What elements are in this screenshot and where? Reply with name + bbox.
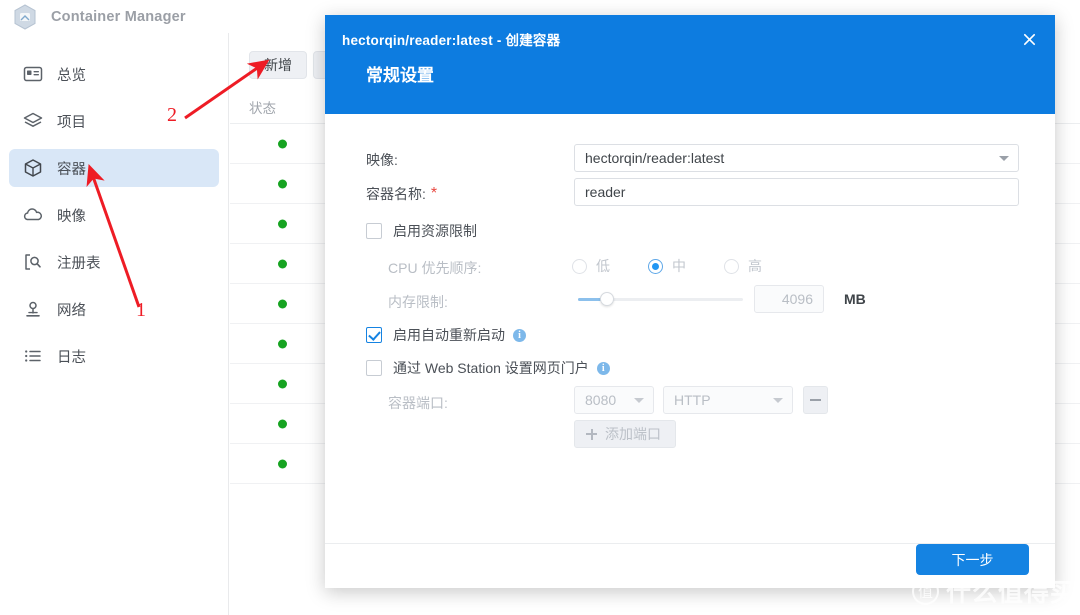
container-port-row: 容器端口: <box>388 393 448 413</box>
checkbox-icon-checked <box>366 327 382 343</box>
chevron-down-icon <box>634 398 644 403</box>
radio-icon <box>724 259 739 274</box>
close-icon[interactable] <box>1017 27 1041 51</box>
container-name-row: 容器名称: * <box>366 184 437 204</box>
dialog-header: hectorqin/reader:latest - 创建容器 常规设置 <box>325 15 1055 114</box>
container-protocol-value: HTTP <box>674 392 711 408</box>
sidebar-item-label: 映像 <box>57 205 86 226</box>
container-port-value: 8080 <box>585 392 616 408</box>
cpu-priority-option-medium[interactable]: 中 <box>648 256 686 276</box>
auto-restart-checkbox[interactable]: 启用自动重新启动 i <box>366 325 526 345</box>
cpu-priority-option-label: 中 <box>672 256 686 276</box>
info-icon[interactable]: i <box>597 362 610 375</box>
container-hexagon-logo <box>13 4 37 30</box>
container-name-label: 容器名称: <box>366 184 426 204</box>
annotation-number-2: 2 <box>167 104 177 127</box>
auto-restart-label: 启用自动重新启动 <box>393 325 505 345</box>
cube-icon <box>23 158 43 178</box>
container-protocol-select[interactable]: HTTP <box>663 386 793 414</box>
slider-thumb[interactable] <box>600 292 614 306</box>
create-container-dialog: hectorqin/reader:latest - 创建容器 常规设置 映像: … <box>325 15 1055 588</box>
sidebar-item-registry[interactable]: 注册表 <box>9 243 219 281</box>
next-step-button[interactable]: 下一步 <box>916 544 1029 575</box>
status-badge <box>278 259 287 268</box>
sidebar: 总览 项目 容器 <box>0 33 229 615</box>
status-badge <box>278 419 287 428</box>
dialog-footer: 下一步 <box>325 543 1055 588</box>
checkbox-icon <box>366 360 382 376</box>
info-icon[interactable]: i <box>513 329 526 342</box>
sidebar-item-project[interactable]: 项目 <box>9 102 219 140</box>
sidebar-item-label: 日志 <box>57 346 86 367</box>
image-select-value: hectorqin/reader:latest <box>585 150 724 166</box>
enable-resource-limit-label: 启用资源限制 <box>393 221 477 241</box>
container-manager-window: Container Manager 总览 项目 <box>0 0 1080 615</box>
overview-icon <box>23 64 43 84</box>
cpu-priority-label: CPU 优先顺序: <box>388 258 481 278</box>
minus-icon <box>810 399 821 401</box>
status-badge <box>278 339 287 348</box>
sidebar-item-label: 容器 <box>57 158 86 179</box>
checkbox-icon <box>366 223 382 239</box>
status-badge <box>278 379 287 388</box>
sidebar-item-image[interactable]: 映像 <box>9 196 219 234</box>
network-icon <box>23 299 43 319</box>
dialog-title: hectorqin/reader:latest - 创建容器 <box>342 29 560 49</box>
sidebar-item-log[interactable]: 日志 <box>9 337 219 375</box>
layers-icon <box>23 111 43 131</box>
cpu-priority-row: CPU 优先顺序: <box>388 258 481 278</box>
memory-limit-input[interactable]: 4096 <box>754 285 824 313</box>
radio-icon-selected <box>648 259 663 274</box>
status-badge <box>278 179 287 188</box>
status-badge <box>278 299 287 308</box>
memory-limit-value: 4096 <box>782 291 813 307</box>
chevron-down-icon <box>999 156 1009 161</box>
image-row: 映像: <box>366 150 398 170</box>
add-port-button[interactable]: 添加端口 <box>574 420 676 448</box>
container-name-value: reader <box>585 184 625 200</box>
sidebar-item-label: 网络 <box>57 299 86 320</box>
memory-limit-label: 内存限制: <box>388 292 448 312</box>
status-badge <box>278 219 287 228</box>
container-port-label: 容器端口: <box>388 393 448 413</box>
registry-search-icon <box>23 252 43 272</box>
column-header-status: 状态 <box>230 97 276 117</box>
cpu-priority-option-high[interactable]: 高 <box>724 256 762 276</box>
radio-icon <box>572 259 587 274</box>
cloud-icon <box>23 205 43 225</box>
web-station-label: 通过 Web Station 设置网页门户 <box>393 358 589 378</box>
add-container-button[interactable]: 新增 <box>249 51 307 79</box>
remove-port-button[interactable] <box>803 386 828 414</box>
log-list-icon <box>23 346 43 366</box>
required-mark: * <box>431 185 437 203</box>
web-station-checkbox[interactable]: 通过 Web Station 设置网页门户 i <box>366 358 610 378</box>
image-select[interactable]: hectorqin/reader:latest <box>574 144 1019 172</box>
add-port-label: 添加端口 <box>605 424 661 444</box>
chevron-down-icon <box>773 398 783 403</box>
sidebar-item-label: 注册表 <box>57 252 101 273</box>
status-badge <box>278 139 287 148</box>
image-label: 映像: <box>366 150 398 170</box>
cpu-priority-option-low[interactable]: 低 <box>572 256 610 276</box>
sidebar-item-network[interactable]: 网络 <box>9 290 219 328</box>
dialog-subtitle: 常规设置 <box>366 61 434 86</box>
container-port-select[interactable]: 8080 <box>574 386 654 414</box>
cpu-priority-option-label: 高 <box>748 256 762 276</box>
memory-limit-slider[interactable] <box>578 292 743 306</box>
cpu-priority-radio-group: 低 中 高 <box>572 256 800 276</box>
memory-limit-row: 内存限制: <box>388 292 448 312</box>
plus-icon <box>586 429 597 440</box>
enable-resource-limit-checkbox[interactable]: 启用资源限制 <box>366 221 477 241</box>
app-title: Container Manager <box>51 9 186 25</box>
sidebar-item-overview[interactable]: 总览 <box>9 55 219 93</box>
status-badge <box>278 459 287 468</box>
memory-limit-unit: MB <box>844 291 866 307</box>
container-name-input[interactable]: reader <box>574 178 1019 206</box>
sidebar-item-label: 总览 <box>57 64 86 85</box>
sidebar-item-label: 项目 <box>57 111 86 132</box>
annotation-number-1: 1 <box>136 299 146 322</box>
cpu-priority-option-label: 低 <box>596 256 610 276</box>
dialog-body: 映像: hectorqin/reader:latest 容器名称: * read… <box>325 114 1055 543</box>
sidebar-item-container[interactable]: 容器 <box>9 149 219 187</box>
